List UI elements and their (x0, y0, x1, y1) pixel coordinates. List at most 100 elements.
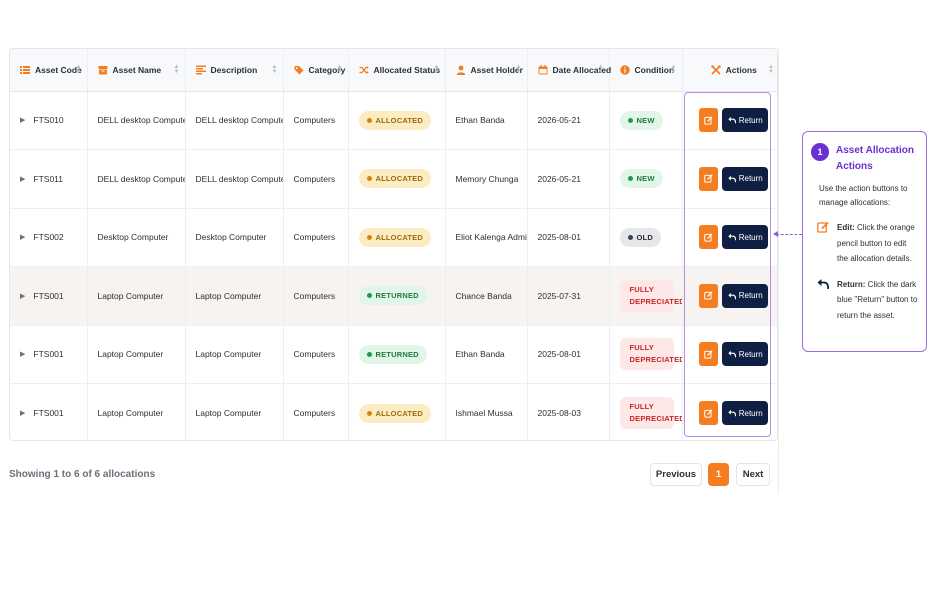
pencil-icon (704, 350, 713, 359)
col-asset-name[interactable]: Asset Name ▲ ▼ (87, 49, 186, 92)
status-text: ALLOCATED (375, 174, 423, 184)
edit-button[interactable] (699, 108, 719, 133)
col-allocated-status[interactable]: Allocated Status ▲ ▼ (348, 49, 446, 92)
undo-icon (728, 234, 736, 241)
return-button[interactable]: Return (722, 108, 769, 133)
col-asset-code[interactable]: Asset Code ▲ ▼ (10, 49, 88, 92)
sort-icon[interactable]: ▲ ▼ (174, 64, 180, 75)
pagination-info: Showing 1 to 6 of 6 allocations (9, 469, 156, 480)
tip-edit-item: Edit: Click the orange pencil button to … (811, 220, 918, 267)
return-button[interactable]: Return (722, 225, 769, 250)
edit-button[interactable] (699, 283, 719, 308)
condition-badge: FULLY DEPRECIATED (619, 397, 681, 429)
expand-row-icon[interactable]: ▶ (20, 233, 25, 241)
return-button[interactable]: Return (722, 401, 769, 425)
asset-code: FTS011 (33, 173, 63, 184)
sort-icon[interactable]: ▲ ▼ (434, 64, 440, 75)
sort-icon[interactable]: ▲ ▼ (337, 64, 343, 75)
status-badge: RETURNED (358, 344, 427, 364)
status-badge: ALLOCATED (358, 110, 431, 130)
expand-row-icon[interactable]: ▶ (20, 116, 25, 124)
asset-name: Laptop Computer (87, 266, 186, 326)
asset-name: DELL desktop Computer (87, 149, 186, 209)
expand-row-icon[interactable]: ▶ (20, 350, 25, 358)
asset-name: DELL desktop Computer (87, 91, 186, 150)
return-button[interactable]: Return (722, 166, 769, 191)
table-row[interactable]: ▶ FTS001 Laptop Computer Laptop Computer … (10, 325, 777, 384)
edit-button[interactable] (699, 401, 719, 425)
asset-category: Computers (283, 266, 349, 326)
user-icon (456, 65, 465, 75)
tip-title: Asset Allocation Actions (836, 145, 914, 172)
condition-badge: OLD (619, 227, 661, 247)
tag-icon (294, 65, 303, 75)
condition-badge: FULLY DEPRECIATED (619, 338, 681, 371)
sort-icon[interactable]: ▲ ▼ (76, 64, 82, 75)
date-allocated: 2025-08-01 (527, 325, 610, 384)
undo-icon (728, 175, 736, 182)
text-lines-icon (195, 65, 206, 75)
table-row[interactable]: ▶ FTS010 DELL desktop Computer DELL deskt… (10, 91, 777, 150)
table-row[interactable]: ▶ FTS002 Desktop Computer Desktop Compute… (10, 208, 777, 267)
condition-text: NEW (636, 174, 655, 184)
asset-category: Computers (283, 91, 349, 150)
return-button[interactable]: Return (722, 342, 769, 367)
asset-description: Desktop Computer (185, 208, 284, 267)
col-date-allocated[interactable]: Date Allocated ▲ ▼ (527, 49, 611, 92)
status-badge: ALLOCATED (358, 169, 431, 189)
date-allocated: 2025-07-31 (527, 266, 610, 326)
col-label: Condition (634, 64, 675, 75)
pencil-icon (704, 408, 713, 418)
date-allocated: 2026-05-21 (527, 91, 610, 150)
return-label: Return (738, 291, 763, 301)
asset-description: DELL desktop Computer (185, 91, 284, 150)
sort-icon[interactable]: ▲ ▼ (272, 64, 278, 75)
condition-text: NEW (636, 115, 655, 125)
col-condition[interactable]: Condition ▲ ▼ (609, 49, 683, 92)
condition-text: FULLY DEPRECIATED (629, 284, 682, 306)
sort-icon[interactable]: ▲ ▼ (598, 64, 604, 75)
condition-badge: NEW (619, 169, 663, 189)
edit-button[interactable] (699, 166, 719, 191)
expand-row-icon[interactable]: ▶ (20, 175, 25, 183)
table-row[interactable]: ▶ FTS001 Laptop Computer Laptop Computer … (10, 383, 777, 440)
table-row[interactable]: ▶ FTS001 Laptop Computer Laptop Computer … (10, 266, 777, 326)
asset-holder: Ishmael Mussa (445, 383, 528, 440)
sort-icon[interactable]: ▲ ▼ (768, 64, 774, 75)
tip-return-item: Return: Click the dark blue "Return" but… (811, 277, 918, 324)
col-description[interactable]: Description ▲ ▼ (185, 49, 284, 92)
status-badge: RETURNED (358, 286, 427, 306)
return-label: Return (738, 408, 763, 418)
pencil-square-icon (817, 221, 829, 233)
edit-button[interactable] (699, 225, 719, 250)
asset-name: Laptop Computer (87, 325, 186, 384)
next-page-button[interactable]: Next (736, 463, 770, 486)
expand-row-icon[interactable]: ▶ (20, 292, 25, 300)
col-category[interactable]: Category ▲ ▼ (283, 49, 349, 92)
col-label: Description (210, 64, 258, 75)
condition-text: FULLY DEPRECIATED (629, 343, 682, 365)
page-1-button[interactable]: 1 (708, 463, 729, 486)
return-button[interactable]: Return (722, 283, 769, 308)
info-circle-icon (619, 65, 630, 75)
date-allocated: 2025-08-01 (527, 208, 610, 267)
asset-holder: Ethan Banda (445, 91, 528, 150)
status-text: ALLOCATED (375, 232, 423, 242)
sort-icon[interactable]: ▲ ▼ (516, 64, 522, 75)
table-row[interactable]: ▶ FTS011 DELL desktop Computer DELL deskt… (10, 149, 777, 209)
edit-button[interactable] (699, 342, 719, 367)
undo-icon (728, 409, 736, 417)
expand-row-icon[interactable]: ▶ (20, 409, 25, 417)
asset-holder: Chance Banda (445, 266, 528, 326)
col-asset-holder[interactable]: Asset Holder ▲ ▼ (445, 49, 528, 92)
callout-connector (776, 234, 802, 235)
asset-code: FTS010 (33, 115, 64, 126)
condition-text: OLD (636, 232, 653, 242)
pencil-icon (704, 174, 713, 183)
return-label: Return (738, 115, 763, 125)
tools-icon (710, 64, 721, 75)
previous-page-button[interactable]: Previous (650, 463, 702, 486)
sort-icon[interactable]: ▲ ▼ (671, 64, 677, 75)
status-text: RETURNED (375, 291, 419, 301)
tip-return-label: Return: (837, 279, 866, 289)
